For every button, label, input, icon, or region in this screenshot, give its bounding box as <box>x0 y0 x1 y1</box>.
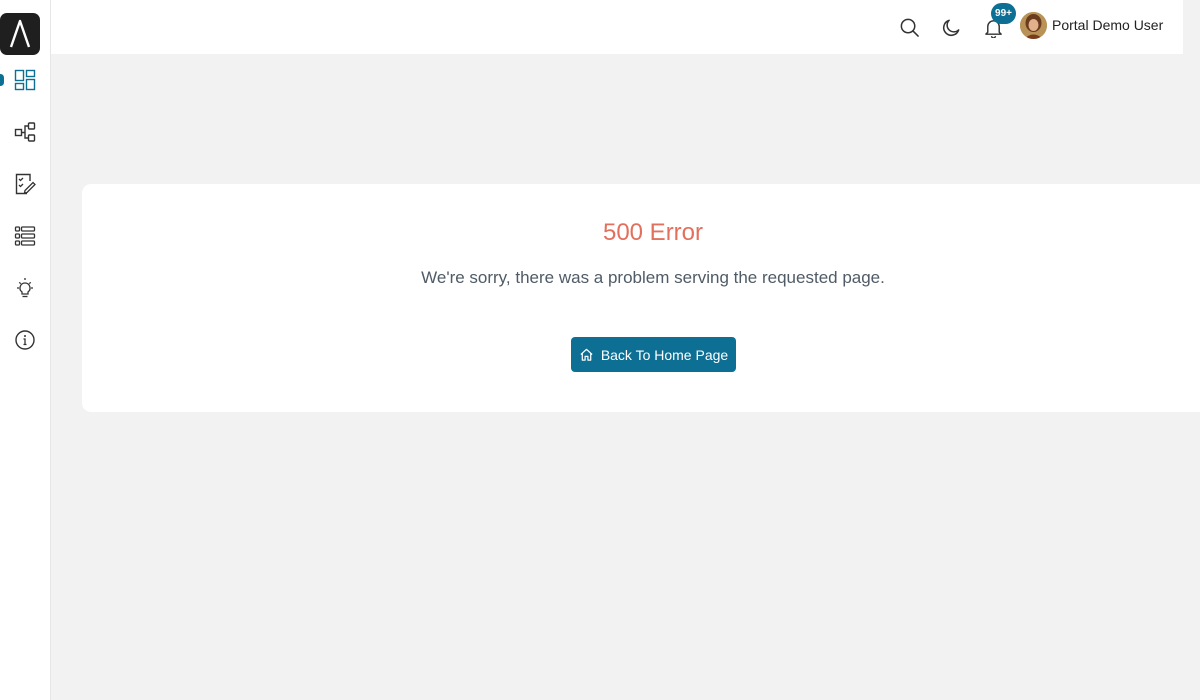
home-icon <box>580 348 593 361</box>
theme-toggle-button[interactable] <box>939 15 963 39</box>
top-header: 99+ Portal Demo User <box>51 0 1183 54</box>
nav-info[interactable] <box>0 320 50 360</box>
forms-icon <box>15 173 36 195</box>
user-name[interactable]: Portal Demo User <box>1052 17 1163 33</box>
avatar[interactable] <box>1020 12 1047 39</box>
workflow-icon <box>14 122 36 142</box>
search-button[interactable] <box>897 15 921 39</box>
info-icon <box>15 330 35 350</box>
search-icon <box>900 18 919 37</box>
dashboard-icon <box>14 69 36 91</box>
error-title: 500 Error <box>602 219 704 246</box>
nav-dashboard[interactable] <box>0 60 50 100</box>
moon-icon <box>942 19 959 36</box>
app-logo[interactable] <box>0 13 40 55</box>
logo-mark-icon <box>9 19 31 48</box>
user-avatar-icon <box>1020 12 1047 39</box>
error-message: We're sorry, there was a problem serving… <box>421 268 885 287</box>
sidebar <box>0 0 51 700</box>
notification-badge: 99+ <box>991 3 1016 24</box>
nav-forms[interactable] <box>0 164 50 204</box>
back-to-home-button[interactable]: Back To Home Page <box>571 337 736 372</box>
nav-workflow[interactable] <box>0 112 50 152</box>
back-to-home-label: Back To Home Page <box>600 346 729 363</box>
